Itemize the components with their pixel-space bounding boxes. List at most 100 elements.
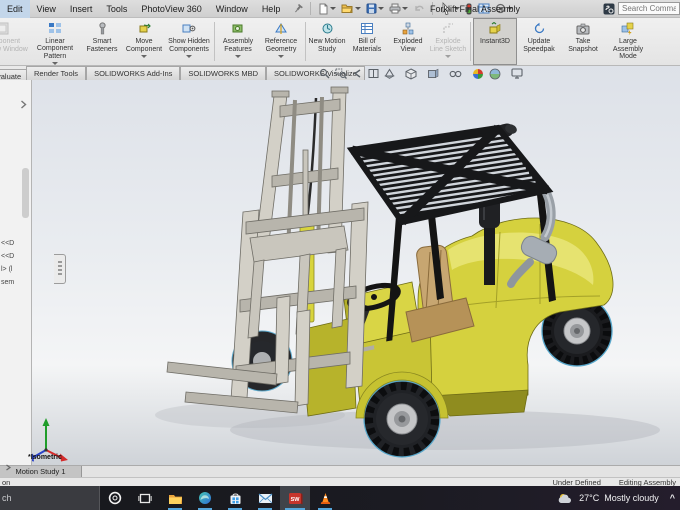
search-commands-input[interactable]: [618, 2, 680, 15]
svg-text:SW: SW: [290, 496, 300, 502]
feature-tree-item[interactable]: <<D: [1, 240, 14, 247]
taskbar-search-box[interactable]: ch: [0, 486, 100, 510]
weather-icon: [558, 492, 574, 505]
cortana-icon: [108, 491, 122, 505]
ribbon-separator: [470, 22, 471, 61]
section-view-icon[interactable]: [383, 68, 401, 79]
tab-solidworks-add-ins[interactable]: SOLIDWORKS Add-Ins: [86, 66, 180, 80]
large-assembly-mode-icon: [621, 21, 635, 36]
save-icon[interactable]: [364, 2, 386, 15]
previous-view-icon[interactable]: [351, 68, 364, 79]
print-icon[interactable]: [387, 2, 410, 15]
dropdown-caret-icon: [445, 55, 451, 58]
front-left-wheel[interactable]: [364, 381, 440, 457]
solidworks-app-icon: SW: [288, 491, 303, 506]
tab-render-tools[interactable]: Render Tools: [26, 66, 86, 80]
tab-solidworks-mbd[interactable]: SOLIDWORKS MBD: [180, 66, 266, 80]
mail-icon: [258, 492, 273, 504]
undo-icon[interactable]: [411, 2, 427, 15]
ribbon-button-label: Instant3D: [480, 38, 510, 46]
assembly-features-icon: [231, 21, 245, 36]
ribbon-button-instant3d[interactable]: Instant3D: [473, 18, 517, 65]
show-hidden-components-icon: [182, 21, 197, 36]
panel-splitter-handle[interactable]: [54, 254, 66, 284]
tab-evaluate[interactable]: Evaluate: [0, 69, 26, 80]
ribbon-button-bill-of-materials[interactable]: Bill of Materials: [346, 18, 388, 65]
new-document-icon[interactable]: [316, 2, 338, 16]
view-orientation-icon[interactable]: [404, 68, 423, 80]
vlc-button[interactable]: [310, 486, 340, 510]
dropdown-caret-icon: [52, 62, 58, 65]
edge-button[interactable]: [190, 486, 220, 510]
weather-temp[interactable]: 27°C: [579, 493, 599, 503]
tab-clip: Evaluate: [0, 66, 26, 80]
ribbon-button-label: Linear Component Pattern: [28, 38, 82, 61]
ribbon-button-update-speedpak[interactable]: Update Speedpak: [517, 18, 561, 65]
panel-scrollbar-thumb[interactable]: [22, 168, 29, 218]
file-explorer-button[interactable]: [160, 486, 190, 510]
feature-tree-item[interactable]: <<D: [1, 253, 14, 260]
solidworks-taskbar-button[interactable]: SW: [280, 486, 310, 510]
feature-manager-panel-collapsed: <<D <<D l> (l sem: [0, 80, 32, 465]
ribbon-button-label: Show Hidden Components: [166, 38, 212, 53]
take-snapshot-icon: [576, 21, 590, 36]
zoom-to-area-icon[interactable]: [334, 68, 348, 79]
apply-scene-icon[interactable]: [488, 68, 507, 80]
edit-appearance-icon[interactable]: [471, 68, 485, 80]
menu-photoview-360[interactable]: PhotoView 360: [134, 0, 208, 18]
ribbon-button-exploded-view[interactable]: Exploded View: [388, 18, 428, 65]
ribbon-button-new-motion-study[interactable]: New Motion Study: [308, 18, 346, 65]
display-pane-icon[interactable]: [367, 68, 380, 79]
instant3d-icon: [488, 21, 502, 36]
view-orientation-label: *Isometric: [28, 454, 62, 461]
cortana-button[interactable]: [100, 486, 130, 510]
display-style-icon[interactable]: [426, 68, 445, 80]
hide-show-items-icon[interactable]: [448, 69, 468, 79]
weather-condition[interactable]: Mostly cloudy: [604, 493, 659, 503]
view-settings-icon[interactable]: [510, 68, 529, 79]
expand-panel-chevron-icon[interactable]: [20, 96, 27, 114]
zoom-to-fit-icon[interactable]: [318, 68, 331, 79]
menu-help[interactable]: Help: [255, 0, 288, 18]
heads-up-view-toolbar: [318, 67, 529, 80]
window-title: Forklift Final Assembly: [430, 0, 520, 18]
ribbon-button-label: Explode Line Sketch: [428, 38, 468, 53]
menu-view[interactable]: View: [30, 0, 63, 18]
feature-tree-item[interactable]: l> (l: [1, 266, 12, 273]
ribbon-button-label: New Motion Study: [308, 38, 346, 53]
ribbon-button-label: Bill of Materials: [346, 38, 388, 53]
ribbon-button-explode-line-sketch[interactable]: Explode Line Sketch: [428, 18, 468, 65]
task-view-button[interactable]: [130, 486, 160, 510]
microsoft-store-button[interactable]: [220, 486, 250, 510]
ribbon-button-linear-component-pattern[interactable]: Linear Component Pattern: [28, 18, 82, 65]
ribbon-button-smart-fasteners[interactable]: Smart Fasteners: [82, 18, 122, 65]
ribbon-button-large-assembly-mode[interactable]: Large Assembly Mode: [605, 18, 651, 65]
menu-insert[interactable]: Insert: [63, 0, 100, 18]
ribbon-button-assembly-features[interactable]: Assembly Features: [217, 18, 259, 65]
tray-chevron[interactable]: ^: [670, 493, 675, 503]
feature-tree-item[interactable]: sem: [1, 279, 14, 286]
update-speedpak-icon: [533, 21, 546, 36]
menu-tools[interactable]: Tools: [99, 0, 134, 18]
ribbon-button-label: Take Snapshot: [561, 38, 605, 53]
status-bar: on Under Defined Editing Assembly: [0, 477, 680, 486]
solidworks-search-icon: [603, 3, 615, 15]
new-motion-study-icon: [321, 21, 334, 36]
ribbon-button-reference-geometry[interactable]: Reference Geometry: [259, 18, 303, 65]
ribbon-button-label: Reference Geometry: [259, 38, 303, 53]
motion-manager-chevron-icon[interactable]: [5, 458, 12, 476]
ribbon-button-component-preview-window[interactable]: Component Preview Window: [0, 18, 28, 65]
graphics-viewport[interactable]: [30, 66, 680, 465]
mail-button[interactable]: [250, 486, 280, 510]
solidworks-window: Edit View Insert Tools PhotoView 360 Win…: [0, 0, 680, 510]
pin-icon[interactable]: [291, 3, 305, 15]
menu-window[interactable]: Window: [209, 0, 255, 18]
open-document-icon[interactable]: [339, 2, 363, 15]
ribbon-button-label: Large Assembly Mode: [605, 38, 651, 61]
smart-fasteners-icon: [96, 21, 109, 36]
bill-of-materials-icon: [360, 21, 374, 36]
ribbon-button-move-component[interactable]: Move Component: [122, 18, 166, 65]
ribbon-button-take-snapshot[interactable]: Take Snapshot: [561, 18, 605, 65]
menu-edit[interactable]: Edit: [0, 0, 30, 18]
ribbon-button-show-hidden-components[interactable]: Show Hidden Components: [166, 18, 212, 65]
